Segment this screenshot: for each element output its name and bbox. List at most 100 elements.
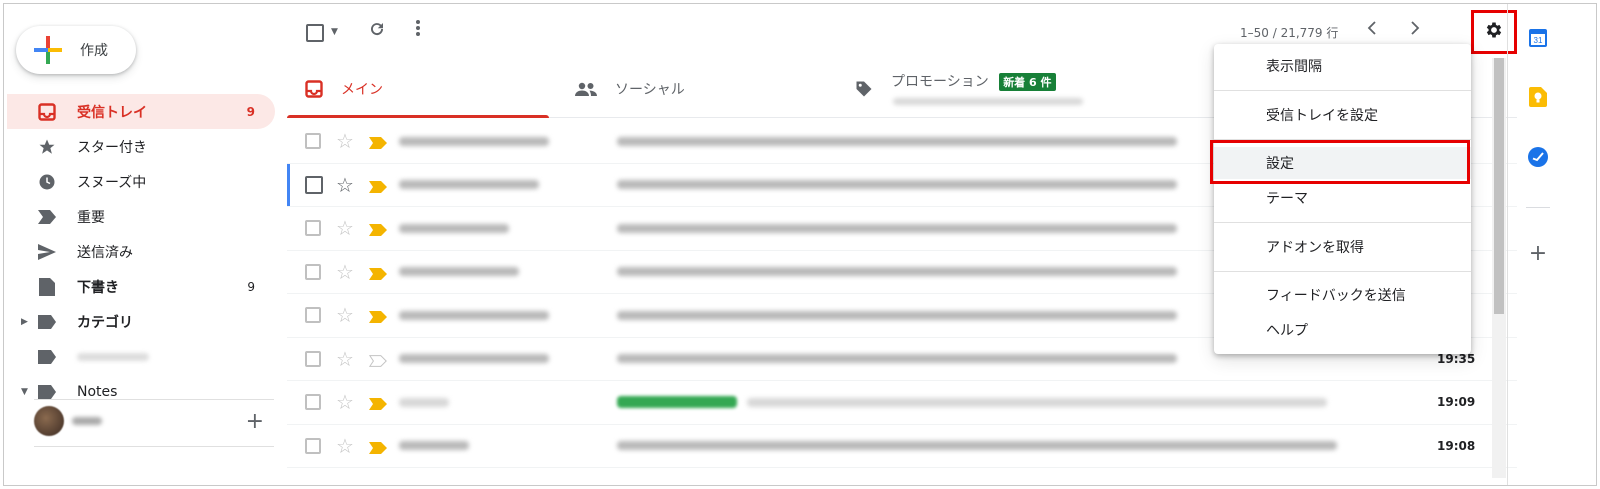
star-toggle-icon[interactable]: ☆ xyxy=(336,175,354,195)
expand-caret-icon[interactable]: ▶ xyxy=(21,317,28,327)
menu-item-themes[interactable]: テーマ xyxy=(1214,182,1471,214)
row-subject xyxy=(617,354,1177,364)
add-contact-icon[interactable]: + xyxy=(246,409,264,434)
keep-icon[interactable] xyxy=(1527,86,1549,108)
row-checkbox[interactable] xyxy=(305,437,321,454)
label-icon xyxy=(37,312,57,332)
chevron-left-icon[interactable] xyxy=(1367,19,1377,40)
row-checkbox[interactable] xyxy=(305,307,321,324)
row-subject xyxy=(617,441,1337,451)
sidebar-item-drafts[interactable]: 下書き 9 xyxy=(7,269,275,304)
row-subject xyxy=(617,180,1177,190)
menu-item-label: 表示間隔 xyxy=(1266,59,1322,75)
sidebar-item-categories[interactable]: ▶ カテゴリ xyxy=(7,304,275,339)
row-subject xyxy=(617,310,1177,320)
star-toggle-icon[interactable]: ☆ xyxy=(336,436,354,456)
row-checkbox[interactable] xyxy=(305,175,323,194)
important-marker-icon[interactable] xyxy=(369,308,387,327)
menu-item-label: アドオンを取得 xyxy=(1266,240,1364,256)
scrollbar-thumb[interactable] xyxy=(1494,58,1504,314)
row-checkbox[interactable] xyxy=(305,133,321,150)
row-label-chip xyxy=(617,396,737,409)
svg-text:31: 31 xyxy=(1534,36,1543,45)
star-toggle-icon[interactable]: ☆ xyxy=(336,392,354,412)
add-addon-icon[interactable]: + xyxy=(1527,241,1549,266)
mail-row[interactable]: ☆ 19:08 xyxy=(287,425,1517,468)
mail-row[interactable]: ☆ 19:09 xyxy=(287,381,1517,425)
sidebar-item-inbox[interactable]: 受信トレイ 9 xyxy=(7,94,275,129)
important-marker-icon[interactable] xyxy=(369,221,387,240)
select-all-checkbox[interactable] xyxy=(306,24,324,42)
row-sender xyxy=(399,223,509,233)
sidebar-item-snoozed[interactable]: スヌーズ中 xyxy=(7,164,275,199)
menu-divider xyxy=(1214,90,1471,91)
promo-senders-preview xyxy=(893,98,1083,105)
row-sender xyxy=(399,397,449,407)
sidebar-item-label: カテゴリ xyxy=(77,314,133,331)
draft-count: 9 xyxy=(247,279,255,294)
row-sender xyxy=(399,354,549,364)
row-subject xyxy=(747,397,1327,407)
important-marker-icon[interactable] xyxy=(369,395,387,414)
menu-item-help[interactable]: ヘルプ xyxy=(1214,314,1471,346)
unread-count: 9 xyxy=(246,104,255,119)
menu-item-get-addons[interactable]: アドオンを取得 xyxy=(1214,231,1471,263)
important-marker-icon[interactable] xyxy=(369,178,387,197)
tab-social[interactable]: ソーシャル xyxy=(575,60,685,118)
sidebar-nav: 受信トレイ 9 スター付き スヌーズ中 重要 送信済み 下書き 9 ▶ カテゴリ… xyxy=(7,94,275,409)
tab-promotions[interactable]: プロモーション 新着 6 件 xyxy=(855,60,1083,118)
sidebar-item-important[interactable]: 重要 xyxy=(7,199,275,234)
tab-main[interactable]: メイン xyxy=(287,60,549,118)
important-marker-icon[interactable] xyxy=(369,134,387,153)
new-count-badge: 新着 6 件 xyxy=(999,73,1056,91)
menu-item-label: ヘルプ xyxy=(1266,323,1308,339)
star-toggle-icon[interactable]: ☆ xyxy=(336,305,354,325)
menu-item-display-density[interactable]: 表示間隔 xyxy=(1214,50,1471,82)
menu-divider xyxy=(1214,271,1471,272)
compose-button[interactable]: 作成 xyxy=(16,26,136,74)
chevron-right-icon[interactable] xyxy=(1410,19,1420,40)
not-important-marker-icon[interactable] xyxy=(368,352,387,371)
refresh-icon[interactable] xyxy=(368,19,386,43)
sidebar-item-label: 重要 xyxy=(77,209,105,226)
sidebar-item-label: 下書き xyxy=(77,279,119,296)
star-toggle-icon[interactable]: ☆ xyxy=(336,218,354,238)
tasks-icon[interactable] xyxy=(1527,146,1549,168)
sidebar-item-notes[interactable]: ▼ Notes xyxy=(7,374,275,409)
sidebar-item-label-blurred[interactable] xyxy=(7,339,275,374)
row-sender xyxy=(399,180,539,190)
select-dropdown-icon[interactable]: ▼ xyxy=(331,27,338,37)
star-toggle-icon[interactable]: ☆ xyxy=(336,262,354,282)
inbox-icon xyxy=(37,102,57,122)
menu-item-send-feedback[interactable]: フィードバックを送信 xyxy=(1214,279,1471,311)
row-checkbox[interactable] xyxy=(305,350,321,367)
collapse-caret-icon[interactable]: ▼ xyxy=(21,387,28,397)
sidebar-divider xyxy=(34,399,274,400)
label-icon xyxy=(37,347,57,367)
row-checkbox[interactable] xyxy=(305,220,321,237)
sidebar-item-label xyxy=(77,349,255,365)
pagination-range: 1–50 / 21,779 行 xyxy=(1240,26,1339,40)
tag-icon xyxy=(855,80,873,98)
row-subject xyxy=(617,136,1177,146)
menu-item-configure-inbox[interactable]: 受信トレイを設定 xyxy=(1214,99,1471,131)
row-time: 19:08 xyxy=(1437,438,1476,453)
row-checkbox[interactable] xyxy=(305,394,321,411)
sidebar-item-starred[interactable]: スター付き xyxy=(7,129,275,164)
important-marker-icon[interactable] xyxy=(369,439,387,458)
tab-label: メイン xyxy=(341,82,383,98)
sidebar-item-sent[interactable]: 送信済み xyxy=(7,234,275,269)
clock-icon xyxy=(37,172,57,192)
star-toggle-icon[interactable]: ☆ xyxy=(336,131,354,151)
important-icon xyxy=(37,207,57,227)
more-options-icon[interactable] xyxy=(415,18,421,42)
row-sender xyxy=(399,441,469,451)
settings-highlight-box xyxy=(1210,140,1470,184)
row-checkbox[interactable] xyxy=(305,263,321,280)
row-subject xyxy=(617,267,1177,277)
row-sender xyxy=(399,136,549,146)
star-toggle-icon[interactable]: ☆ xyxy=(336,349,354,369)
avatar[interactable] xyxy=(34,406,64,436)
important-marker-icon[interactable] xyxy=(369,265,387,284)
calendar-icon[interactable]: 31 xyxy=(1527,26,1549,48)
